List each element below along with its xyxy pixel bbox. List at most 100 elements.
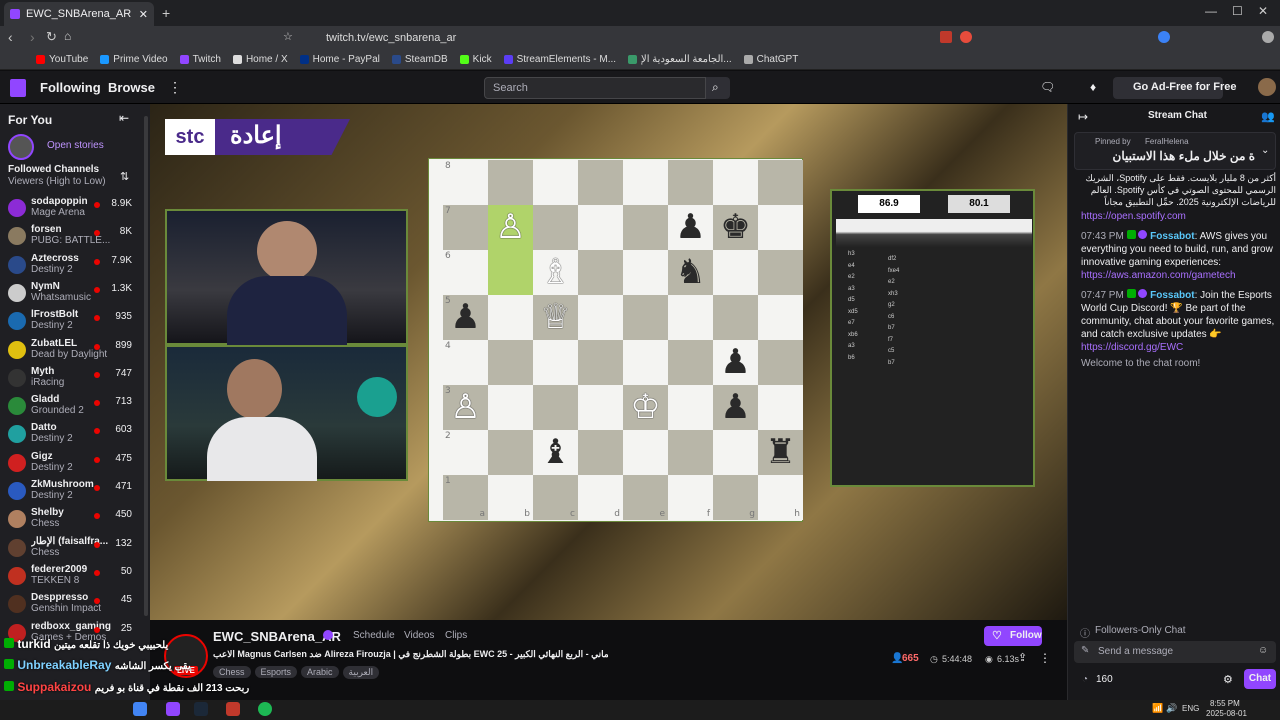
board-square[interactable] xyxy=(713,430,758,475)
bookmark-item[interactable]: Kick xyxy=(459,54,492,65)
board-square[interactable]: ♝ xyxy=(533,430,578,475)
taskbar-app-red-icon[interactable] xyxy=(226,702,240,716)
sort-label[interactable]: Viewers (High to Low) xyxy=(8,176,106,187)
user-avatar[interactable] xyxy=(1258,78,1276,96)
collapse-sidebar-icon[interactable]: ⇤ xyxy=(119,111,129,125)
sidebar-channel[interactable]: Datto Destiny 2 603 xyxy=(0,420,150,448)
black-pawn-icon[interactable]: ♟ xyxy=(720,387,750,427)
board-square[interactable] xyxy=(713,250,758,295)
taskbar-app-twitch-icon[interactable] xyxy=(166,702,180,716)
board-square[interactable] xyxy=(668,385,713,430)
url-bar[interactable]: twitch.tv/ewc_snbarena_ar xyxy=(300,29,980,47)
board-square[interactable]: 8 xyxy=(443,160,488,205)
board-square[interactable]: ♙ xyxy=(488,205,533,250)
stream-tag[interactable]: Arabic xyxy=(301,666,339,678)
search-input[interactable]: Search xyxy=(484,77,706,99)
board-square[interactable] xyxy=(488,250,533,295)
board-square[interactable] xyxy=(758,250,803,295)
black-pawn-icon[interactable]: ♟ xyxy=(450,297,480,337)
ad-free-button[interactable]: Go Ad-Free for Free xyxy=(1113,77,1237,99)
board-square[interactable] xyxy=(623,340,668,385)
board-square[interactable]: ♕ xyxy=(533,295,578,340)
board-square[interactable]: 7 xyxy=(443,205,488,250)
forward-icon[interactable]: › xyxy=(30,29,35,45)
board-square[interactable]: 5 ♟ xyxy=(443,295,488,340)
sidebar-channel[interactable]: ZkMushroom Destiny 2 471 xyxy=(0,477,150,505)
board-square[interactable]: ♜ xyxy=(758,430,803,475)
chat-settings-icon[interactable]: ⚙ xyxy=(1223,673,1233,686)
sidebar-channel[interactable]: Shelby Chess 450 xyxy=(0,505,150,533)
board-square[interactable]: d xyxy=(578,475,623,520)
board-square[interactable] xyxy=(488,430,533,475)
board-square[interactable] xyxy=(668,160,713,205)
board-square[interactable] xyxy=(758,295,803,340)
white-pawn-icon[interactable]: ♙ xyxy=(495,207,525,247)
black-bishop-icon[interactable]: ♝ xyxy=(540,432,570,472)
black-pawn-icon[interactable]: ♟ xyxy=(720,342,750,382)
board-square[interactable]: ♔ xyxy=(623,385,668,430)
search-button[interactable]: ⌕ xyxy=(706,77,730,99)
wifi-icon[interactable]: 📶 xyxy=(1152,703,1163,714)
black-king-icon[interactable]: ♚ xyxy=(720,207,750,247)
board-square[interactable]: 4 xyxy=(443,340,488,385)
collapse-chat-icon[interactable]: ↦ xyxy=(1078,110,1088,124)
board-square[interactable]: 2 xyxy=(443,430,488,475)
browser-tab[interactable]: EWC_SNBArena_AR - Twitch ✕ xyxy=(4,2,154,26)
back-icon[interactable]: ‹ xyxy=(8,29,13,45)
bookmark-item[interactable]: Home - PayPal xyxy=(299,54,380,65)
board-square[interactable] xyxy=(578,250,623,295)
board-square[interactable]: ♟ xyxy=(668,205,713,250)
sidebar-channel[interactable]: sodapoppin Mage Arena 8.9K xyxy=(0,194,150,222)
board-square[interactable] xyxy=(533,160,578,205)
following-link[interactable]: Following xyxy=(40,80,101,95)
board-square[interactable] xyxy=(758,160,803,205)
board-square[interactable]: ♟ xyxy=(713,385,758,430)
taskbar-app-spotify-icon[interactable] xyxy=(258,702,272,716)
chat-users-icon[interactable]: 👥 xyxy=(1261,110,1275,123)
board-square[interactable] xyxy=(758,205,803,250)
chat-username[interactable]: Fossabot xyxy=(1150,231,1194,242)
stream-tag[interactable]: Chess xyxy=(213,666,251,678)
sidebar-channel[interactable]: forsen PUBG: BATTLE... 8K xyxy=(0,222,150,250)
black-rook-icon[interactable]: ♜ xyxy=(765,432,795,472)
board-square[interactable] xyxy=(668,430,713,475)
board-square[interactable] xyxy=(578,385,623,430)
sidebar-channel[interactable]: Gladd Grounded 2 713 xyxy=(0,392,150,420)
white-queen-icon[interactable]: ♕ xyxy=(540,297,570,337)
board-square[interactable] xyxy=(578,205,623,250)
close-window-icon[interactable]: ✕ xyxy=(1258,4,1268,18)
board-square[interactable] xyxy=(623,250,668,295)
bookmark-item[interactable]: Twitch xyxy=(179,54,221,65)
board-square[interactable] xyxy=(758,385,803,430)
sidebar-channel[interactable]: Myth iRacing 747 xyxy=(0,364,150,392)
board-square[interactable] xyxy=(713,295,758,340)
board-square[interactable]: ♞ xyxy=(668,250,713,295)
stream-tag[interactable]: Esports xyxy=(254,666,298,678)
black-knight-icon[interactable]: ♞ xyxy=(675,252,705,292)
pinned-message[interactable]: Pinned by FeralHelena ة من خلال ملء هذا … xyxy=(1074,132,1276,170)
videos-tab[interactable]: Videos xyxy=(404,630,434,641)
white-bishop-icon[interactable]: ♗ xyxy=(540,252,570,292)
chat-link[interactable]: https://discord.gg/EWC xyxy=(1081,342,1183,353)
sidebar-channel[interactable]: Aztecross Destiny 2 7.9K xyxy=(0,251,150,279)
bookmark-item[interactable]: SteamDB xyxy=(391,54,448,65)
white-pawn-icon[interactable]: ♙ xyxy=(450,387,480,427)
board-square[interactable] xyxy=(533,205,578,250)
share-icon[interactable]: ⇪ xyxy=(1018,651,1027,664)
twitch-logo-icon[interactable] xyxy=(10,79,26,97)
board-square[interactable] xyxy=(578,160,623,205)
sidebar-scrollbar[interactable] xyxy=(144,116,148,616)
board-square[interactable] xyxy=(668,340,713,385)
maximize-icon[interactable]: ☐ xyxy=(1232,4,1243,18)
board-square[interactable]: c xyxy=(533,475,578,520)
chat-link-spotify[interactable]: https://open.spotify.com xyxy=(1081,210,1276,223)
board-square[interactable]: h xyxy=(758,475,803,520)
board-square[interactable] xyxy=(713,160,758,205)
open-stories-link[interactable]: Open stories xyxy=(47,140,104,151)
sidebar-channel[interactable]: lFrostBolt Destiny 2 935 xyxy=(0,307,150,335)
board-square[interactable] xyxy=(578,295,623,340)
black-pawn-icon[interactable]: ♟ xyxy=(675,207,705,247)
sidebar-channel[interactable]: federer2009 TEKKEN 8 50 xyxy=(0,562,150,590)
board-square[interactable]: e xyxy=(623,475,668,520)
home-icon[interactable]: ⌂ xyxy=(64,29,71,43)
